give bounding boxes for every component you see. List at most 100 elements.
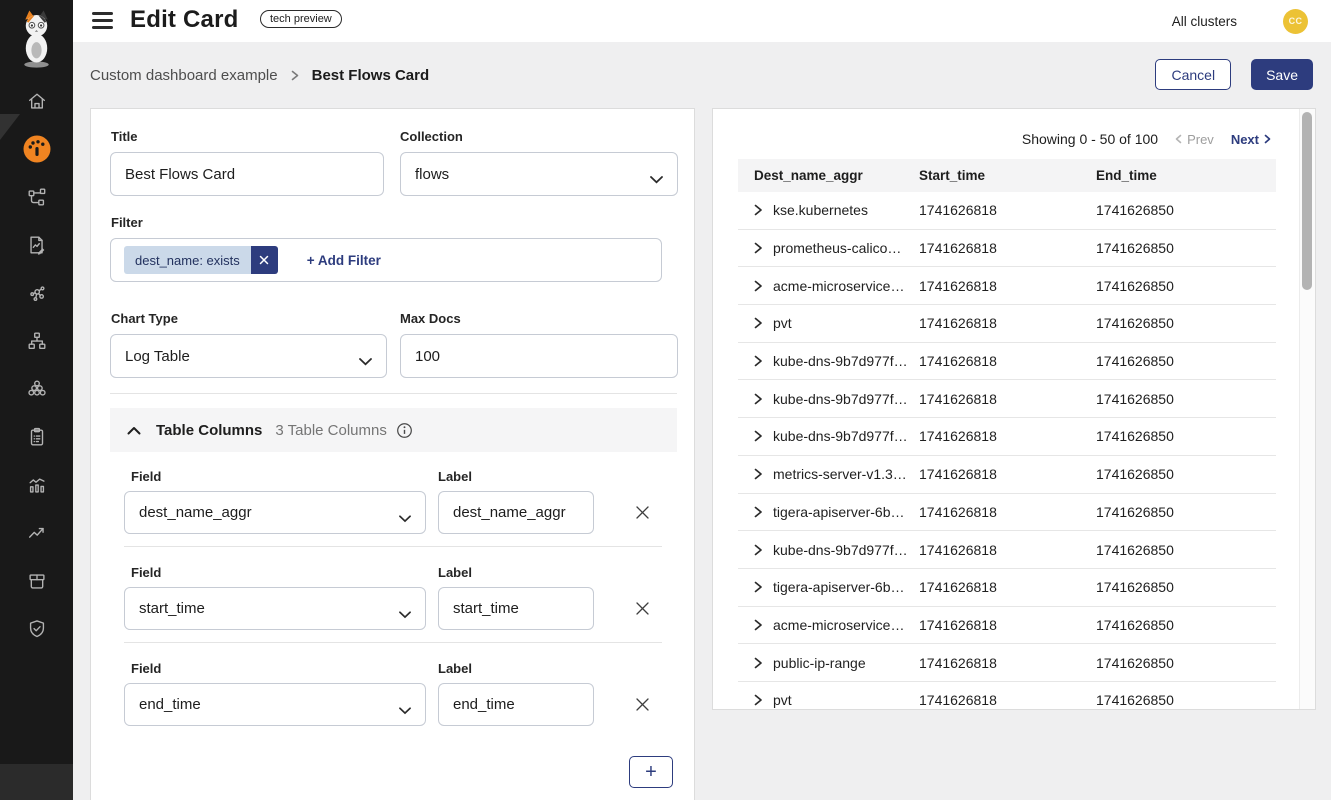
breadcrumb: Custom dashboard example Best Flows Card <box>90 59 429 91</box>
expand-row-button[interactable] <box>754 581 763 593</box>
sidebar-item-reports[interactable] <box>0 221 73 269</box>
cell-end-time: 1741626850 <box>1096 617 1276 633</box>
chevron-down-icon <box>359 353 372 370</box>
next-page-button[interactable]: Next <box>1231 132 1271 147</box>
expand-row-button[interactable] <box>754 468 763 480</box>
expand-row-icon[interactable] <box>754 619 763 631</box>
chart-type-select[interactable]: Log Table <box>110 334 387 378</box>
tech-preview-badge: tech preview <box>260 10 342 28</box>
expand-row-button[interactable] <box>754 506 763 518</box>
field-select[interactable]: end_time <box>124 683 426 726</box>
expand-row-button[interactable] <box>754 204 763 216</box>
table-columns-count: 3 Table Columns <box>275 422 386 439</box>
expand-row-icon[interactable] <box>754 657 763 669</box>
cell-dest-name-aggr: tigera-apiserver-6b… <box>773 504 905 520</box>
save-button[interactable]: Save <box>1251 59 1313 90</box>
service-graph-icon <box>26 282 48 304</box>
expand-row-icon[interactable] <box>754 430 763 442</box>
prev-page-button[interactable]: Prev <box>1175 132 1214 147</box>
table-columns-section-header[interactable]: Table Columns 3 Table Columns <box>110 408 677 452</box>
collection-label: Collection <box>400 129 463 144</box>
divider <box>110 393 677 394</box>
expand-row-button[interactable] <box>754 544 763 556</box>
expand-row-icon[interactable] <box>754 581 763 593</box>
remove-column-button[interactable] <box>627 689 657 719</box>
expand-row-button[interactable] <box>754 280 763 292</box>
remove-filter-icon[interactable] <box>251 246 278 274</box>
remove-column-button[interactable] <box>627 593 657 623</box>
preview-table-body: kse.kubernetes17416268181741626850promet… <box>738 192 1276 710</box>
chevron-down-icon <box>399 606 411 623</box>
max-docs-input[interactable] <box>400 334 678 378</box>
expand-row-button[interactable] <box>754 242 763 254</box>
table-row: acme-microservice… 17416268181741626850 <box>738 607 1276 645</box>
label-input[interactable] <box>438 587 594 630</box>
add-filter-link[interactable]: + Add Filter <box>307 253 381 268</box>
table-row: public-ip-range17416268181741626850 <box>738 644 1276 682</box>
sidebar-nav <box>0 77 73 653</box>
cell-end-time: 1741626850 <box>1096 278 1276 294</box>
sidebar-item-workloads[interactable] <box>0 365 73 413</box>
sidebar-item-shield-check[interactable] <box>0 605 73 653</box>
expand-row-button[interactable] <box>754 657 763 669</box>
expand-row-icon[interactable] <box>754 544 763 556</box>
label-input[interactable] <box>438 683 594 726</box>
expand-row-icon[interactable] <box>754 204 763 216</box>
expand-row-icon[interactable] <box>754 317 763 329</box>
cell-dest-name-aggr: kube-dns-9b7d977f… <box>773 353 908 369</box>
expand-row-button[interactable] <box>754 430 763 442</box>
expand-row-icon[interactable] <box>754 280 763 292</box>
expand-row-icon[interactable] <box>754 355 763 367</box>
add-column-button[interactable]: + <box>629 756 673 788</box>
cell-start-time: 1741626818 <box>919 391 1096 407</box>
cell-start-time: 1741626818 <box>919 617 1096 633</box>
expand-row-icon[interactable] <box>754 506 763 518</box>
expand-row-button[interactable] <box>754 393 763 405</box>
sidebar-footer[interactable] <box>0 764 73 800</box>
cell-start-time: 1741626818 <box>919 240 1096 256</box>
packages-icon <box>26 570 48 592</box>
sidebar-item-home[interactable] <box>0 77 73 125</box>
expand-row-icon[interactable] <box>754 468 763 480</box>
cluster-selector[interactable]: All clusters <box>1172 14 1237 29</box>
collection-select[interactable]: flows <box>400 152 678 196</box>
chevron-down-icon <box>650 171 663 188</box>
reports-icon <box>26 234 48 256</box>
breadcrumb-parent-link[interactable]: Custom dashboard example <box>90 67 278 84</box>
expand-row-icon[interactable] <box>754 242 763 254</box>
sidebar-item-topology[interactable] <box>0 173 73 221</box>
expand-row-button[interactable] <box>754 619 763 631</box>
topology-icon <box>26 186 48 208</box>
sidebar-item-log-chart[interactable] <box>0 461 73 509</box>
info-icon[interactable] <box>396 422 413 439</box>
sidebar-item-compliance[interactable] <box>0 413 73 461</box>
sidebar-item-tree-view[interactable] <box>0 317 73 365</box>
preview-table: Dest_name_aggr Start_time End_time kse.k… <box>738 159 1276 710</box>
field-select[interactable]: start_time <box>124 587 426 630</box>
scrollbar-thumb[interactable] <box>1302 112 1312 290</box>
shield-check-icon <box>26 618 48 640</box>
avatar[interactable]: CC <box>1283 9 1308 34</box>
chevron-down-icon <box>399 702 411 719</box>
scrollbar-track[interactable] <box>1299 109 1315 709</box>
sidebar-item-dashboard[interactable] <box>0 125 73 173</box>
field-select[interactable]: dest_name_aggr <box>124 491 426 534</box>
sidebar-item-packages[interactable] <box>0 557 73 605</box>
sidebar-item-service-graph[interactable] <box>0 269 73 317</box>
title-label: Title <box>111 129 138 144</box>
expand-row-button[interactable] <box>754 694 763 706</box>
expand-row-icon[interactable] <box>754 694 763 706</box>
cancel-button[interactable]: Cancel <box>1155 59 1231 90</box>
log-chart-icon <box>26 474 48 496</box>
label-input[interactable] <box>438 491 594 534</box>
table-row: pvt17416268181741626850 <box>738 305 1276 343</box>
cell-dest-name-aggr: acme-microservice… <box>773 617 904 633</box>
hamburger-menu-icon[interactable] <box>92 12 113 29</box>
expand-row-button[interactable] <box>754 317 763 329</box>
cell-end-time: 1741626850 <box>1096 504 1276 520</box>
expand-row-icon[interactable] <box>754 393 763 405</box>
title-input[interactable] <box>110 152 384 196</box>
expand-row-button[interactable] <box>754 355 763 367</box>
remove-column-button[interactable] <box>627 497 657 527</box>
sidebar-item-trend[interactable] <box>0 509 73 557</box>
